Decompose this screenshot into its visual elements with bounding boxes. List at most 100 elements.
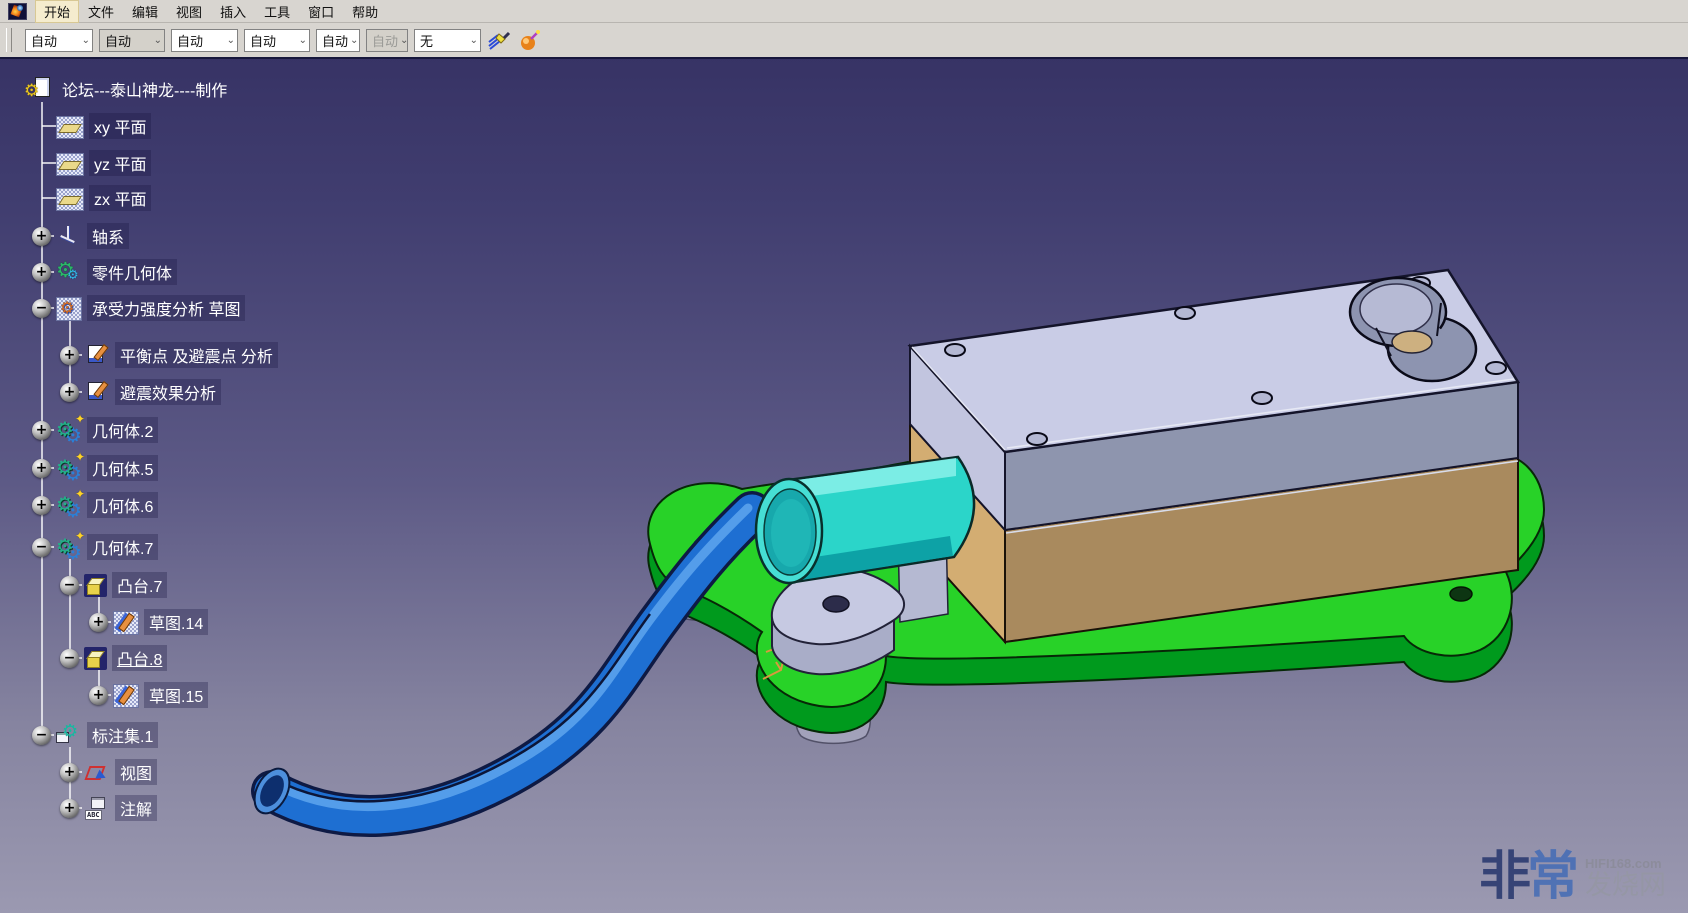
collapse-icon[interactable]: − (60, 649, 79, 668)
tree-item[interactable]: + 草图.14 (89, 609, 208, 635)
window-chrome: 开始文件编辑视图插入工具窗口帮助 自动⌄自动⌄自动⌄自动⌄自动⌄自动⌄无⌄ (0, 0, 1688, 59)
toolbar-combo-6[interactable]: 自动⌄ (366, 29, 408, 52)
tree-item-label[interactable]: 注解 (115, 795, 157, 821)
tree-root-label[interactable]: 论坛---泰山神龙----制作 (57, 76, 232, 102)
expand-icon[interactable]: + (32, 421, 51, 440)
tree-item-label[interactable]: 草图.15 (144, 682, 208, 708)
pad-icon (84, 647, 107, 670)
tree-item[interactable]: − 凸台.8 (60, 645, 167, 671)
tree-item[interactable]: − 承受力强度分析 草图 (32, 295, 245, 321)
menu-item-2[interactable]: 文件 (79, 0, 123, 23)
chevron-down-icon: ⌄ (470, 35, 478, 46)
toolbar-grip[interactable] (6, 28, 12, 52)
menu-bar: 开始文件编辑视图插入工具窗口帮助 (0, 0, 1688, 23)
tree-item-label[interactable]: 轴系 (87, 223, 129, 249)
menu-item-1[interactable]: 开始 (35, 0, 79, 23)
expand-icon[interactable]: + (32, 496, 51, 515)
tree-item-label[interactable]: 凸台.7 (112, 572, 167, 598)
chevron-down-icon: ⌄ (400, 35, 408, 46)
expand-icon[interactable]: + (89, 613, 108, 632)
graphic-properties-toolbar: 自动⌄自动⌄自动⌄自动⌄自动⌄自动⌄无⌄ (0, 23, 1688, 59)
tree-item-label[interactable]: 平衡点 及避震点 分析 (115, 342, 278, 368)
tree-item[interactable]: zx 平面 (56, 185, 151, 211)
geobody-icon (56, 418, 82, 442)
tree-item-label[interactable]: 承受力强度分析 草图 (87, 295, 245, 321)
combo-value: 自动 (372, 31, 398, 50)
collapse-icon[interactable]: − (32, 538, 51, 557)
tree-item-label[interactable]: 几何体.2 (87, 417, 158, 443)
expand-icon[interactable]: + (32, 227, 51, 246)
expand-icon[interactable]: + (60, 763, 79, 782)
collapse-icon[interactable]: − (32, 726, 51, 745)
expand-icon[interactable]: + (32, 263, 51, 282)
tree-item-label[interactable]: 草图.14 (144, 609, 208, 635)
tree-item[interactable]: + 几何体.6 (32, 492, 158, 518)
toolbar-combo-7[interactable]: 无⌄ (414, 29, 481, 52)
tree-item[interactable]: + 几何体.5 (32, 455, 158, 481)
collapse-icon[interactable]: − (32, 299, 51, 318)
tree-item[interactable]: + 避震效果分析 (60, 379, 221, 405)
tree-item[interactable]: xy 平面 (56, 113, 151, 139)
menu-item-6[interactable]: 工具 (255, 0, 299, 23)
tree-item-label[interactable]: xy 平面 (89, 113, 151, 139)
tree-item-label[interactable]: zx 平面 (89, 185, 151, 211)
toolbar-combo-1[interactable]: 自动⌄ (25, 29, 93, 52)
app-icon[interactable] (8, 3, 27, 20)
toolbar-combo-5[interactable]: 自动⌄ (316, 29, 360, 52)
chevron-down-icon: ⌄ (350, 35, 358, 46)
toolbar-combo-2[interactable]: 自动 ⌄ (99, 29, 165, 52)
combo-value: 自动 (105, 31, 131, 50)
tree-item[interactable]: + 注解 (60, 795, 157, 821)
expand-icon[interactable]: + (60, 383, 79, 402)
tree-item[interactable]: + 平衡点 及避震点 分析 (60, 342, 278, 368)
plane-icon (56, 153, 84, 176)
expand-icon[interactable]: + (89, 686, 108, 705)
tree-item-label[interactable]: 几何体.7 (87, 534, 158, 560)
expand-icon[interactable]: + (60, 346, 79, 365)
tree-item-label[interactable]: 标注集.1 (87, 722, 158, 748)
partbody-icon (56, 260, 82, 284)
tree-item-label[interactable]: yz 平面 (89, 150, 151, 176)
specification-tree: 论坛---泰山神龙----制作 xy 平面 yz 平面 zx 平面 + 轴系 + 零件几何体… (0, 0, 1688, 913)
combo-value: 自动 (322, 31, 348, 50)
tree-item[interactable]: − 凸台.7 (60, 572, 167, 598)
menu-item-5[interactable]: 插入 (211, 0, 255, 23)
tree-item[interactable]: + 零件几何体 (32, 259, 177, 285)
tree-item[interactable]: + 轴系 (32, 223, 129, 249)
tree-item-label[interactable]: 几何体.5 (87, 455, 158, 481)
paintbrush-icon[interactable] (486, 27, 512, 53)
menu-item-3[interactable]: 编辑 (123, 0, 167, 23)
geobody-icon (56, 493, 82, 517)
menu-item-8[interactable]: 帮助 (343, 0, 387, 23)
geobody-icon (56, 456, 82, 480)
tree-item[interactable]: + 视图 (60, 759, 157, 785)
part-document-icon (26, 77, 52, 101)
tree-item[interactable]: − 标注集.1 (32, 722, 158, 748)
notes-icon (84, 796, 110, 820)
expand-icon[interactable]: + (60, 799, 79, 818)
tree-item-label[interactable]: 避震效果分析 (115, 379, 221, 405)
tree-root-item[interactable]: 论坛---泰山神龙----制作 (26, 76, 232, 102)
tree-item-label[interactable]: 视图 (115, 759, 157, 785)
menu-item-7[interactable]: 窗口 (299, 0, 343, 23)
chevron-down-icon: ⌄ (299, 35, 307, 46)
tree-item-label[interactable]: 几何体.6 (87, 492, 158, 518)
tree-item-label[interactable]: 凸台.8 (112, 645, 167, 671)
toolbar-combo-3[interactable]: 自动⌄ (171, 29, 238, 52)
combo-value: 自动 (31, 31, 57, 50)
menu-item-4[interactable]: 视图 (167, 0, 211, 23)
combo-value: 无 (420, 31, 433, 50)
tree-item[interactable]: yz 平面 (56, 150, 151, 176)
tree-item[interactable]: + 几何体.2 (32, 417, 158, 443)
chevron-down-icon: ⌄ (154, 35, 162, 46)
expand-icon[interactable]: + (32, 459, 51, 478)
tree-item[interactable]: + 草图.15 (89, 682, 208, 708)
sketch-icon (113, 611, 139, 635)
tree-item-label[interactable]: 零件几何体 (87, 259, 177, 285)
plane-icon (56, 188, 84, 211)
sphere-wand-icon[interactable] (517, 27, 543, 53)
toolbar-combo-4[interactable]: 自动⌄ (244, 29, 310, 52)
tree-item[interactable]: − 几何体.7 (32, 534, 158, 560)
sketchset-icon (56, 297, 82, 321)
collapse-icon[interactable]: − (60, 576, 79, 595)
